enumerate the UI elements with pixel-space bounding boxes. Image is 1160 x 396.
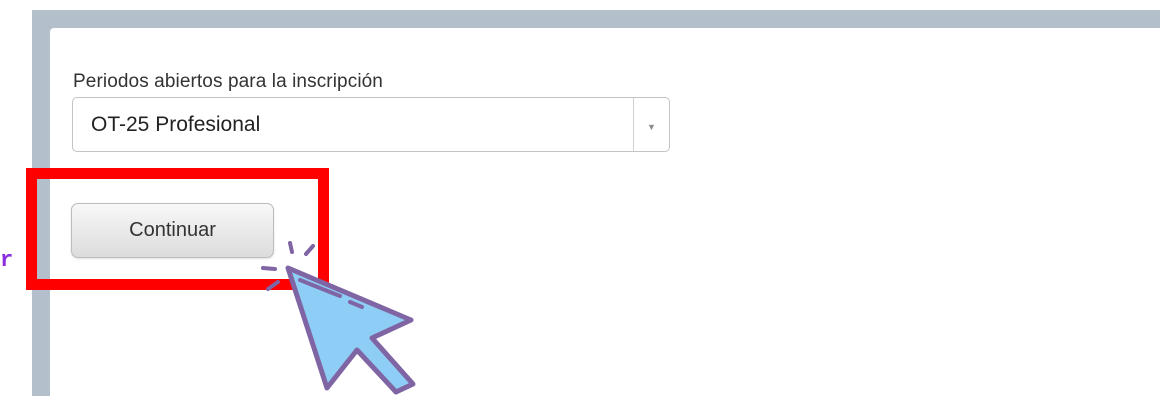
side-text: r (0, 248, 14, 273)
enrollment-period-select[interactable]: OT-25 Profesional ▼ (72, 97, 670, 152)
selected-period-value: OT-25 Profesional (91, 113, 261, 136)
continue-button[interactable]: Continuar (71, 203, 274, 258)
enrollment-period-label: Periodos abiertos para la inscripción (73, 71, 383, 92)
dropdown-arrow-icon[interactable]: ▼ (634, 98, 669, 151)
